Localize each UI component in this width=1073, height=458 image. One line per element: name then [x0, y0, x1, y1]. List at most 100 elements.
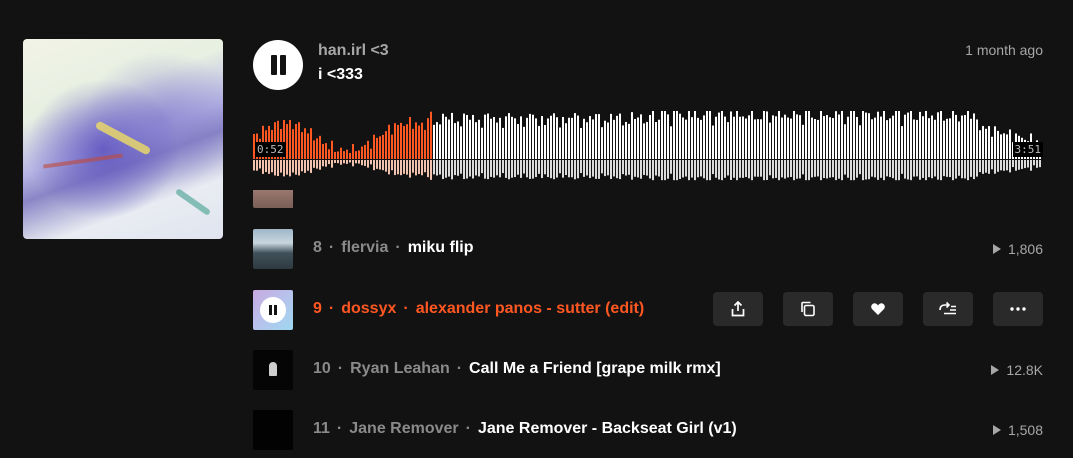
waveform-bar	[715, 116, 717, 159]
partial-track-thumbnail[interactable]	[253, 190, 293, 208]
waveform-bar	[697, 117, 699, 159]
pause-icon	[271, 55, 277, 75]
waveform-reflection-bar	[856, 160, 858, 178]
main-pause-button[interactable]	[253, 40, 303, 90]
waveform-bar	[436, 122, 438, 159]
share-button[interactable]	[713, 292, 763, 326]
track-title[interactable]: miku flip	[408, 239, 474, 256]
waveform-bar	[379, 136, 381, 159]
waveform-reflection-bar	[436, 160, 438, 176]
track-text: 10 · Ryan Leahan · Call Me a Friend [grape m…	[313, 360, 721, 378]
waveform-bar	[706, 111, 708, 159]
track-thumbnail[interactable]	[253, 410, 293, 450]
waveform-reflection-bar	[802, 160, 804, 175]
waveform-reflection-bar	[1039, 160, 1041, 168]
waveform-reflection-bar	[307, 160, 309, 171]
waveform-bar	[856, 116, 858, 159]
waveform-reflection-bar	[943, 160, 945, 177]
waveform-bar	[517, 124, 519, 159]
track-title[interactable]: i <333	[318, 66, 363, 84]
waveform-reflection-bar	[1033, 160, 1035, 166]
waveform-reflection-bar	[727, 160, 729, 176]
track-artist[interactable]: flervia	[341, 239, 388, 256]
waveform-reflection-bar	[670, 160, 672, 174]
waveform-reflection-bar	[715, 160, 717, 178]
waveform-bar	[352, 144, 354, 159]
waveform-reflection-bar	[682, 160, 684, 178]
waveform-reflection-bar	[430, 160, 432, 180]
waveform-reflection-bar	[598, 160, 600, 179]
waveform-bar	[847, 116, 849, 159]
waveform-bar	[778, 111, 780, 159]
waveform-reflection-bar	[961, 160, 963, 179]
track-row-8[interactable]: 8 · flervia · miku flip 1,806	[253, 229, 1043, 269]
play-count-value: 1,806	[1007, 241, 1043, 257]
waveform-reflection-bar	[979, 160, 981, 173]
waveform-bar	[559, 127, 561, 159]
waveform-bar	[568, 117, 570, 159]
pause-button[interactable]	[260, 297, 286, 323]
waveform-reflection-bar	[673, 160, 675, 181]
track-number: 11	[313, 420, 330, 437]
track-thumbnail[interactable]	[253, 350, 293, 390]
waveform-bar	[799, 115, 801, 159]
like-button[interactable]	[853, 292, 903, 326]
track-artist[interactable]: Jane Remover	[349, 420, 458, 437]
more-options-button[interactable]	[993, 292, 1043, 326]
waveform-reflection-bar	[532, 160, 534, 179]
waveform-bar	[430, 111, 432, 159]
waveform[interactable]	[253, 108, 1043, 182]
waveform-reflection-bar	[481, 160, 483, 174]
waveform-bar	[574, 113, 576, 159]
waveform-reflection-bar	[1012, 160, 1014, 168]
waveform-reflection-bar	[829, 160, 831, 178]
track-title[interactable]: Jane Remover - Backseat Girl (v1)	[478, 420, 737, 437]
copy-link-button[interactable]	[783, 292, 833, 326]
waveform-reflection-bar	[877, 160, 879, 180]
separator-dot: ·	[328, 239, 335, 256]
waveform-bar	[961, 115, 963, 159]
waveform-reflection-bar	[364, 160, 366, 166]
waveform-reflection-bar	[664, 160, 666, 181]
waveform-reflection-bar	[1015, 160, 1017, 171]
waveform-bar	[877, 111, 879, 159]
waveform-reflection-bar	[394, 160, 396, 176]
waveform-reflection-bar	[466, 160, 468, 179]
waveform-reflection-bar	[826, 160, 828, 179]
track-row-9[interactable]: 9 · dossyx · alexander panos - sutter (edit)	[253, 290, 1043, 330]
waveform-reflection-bar	[529, 160, 531, 179]
waveform-bar	[598, 114, 600, 159]
pause-icon	[269, 305, 272, 315]
waveform-reflection-bar	[949, 160, 951, 178]
waveform-bar	[535, 118, 537, 159]
track-artist[interactable]: dossyx	[341, 300, 396, 317]
track-artist[interactable]: Ryan Leahan	[350, 360, 450, 377]
track-thumbnail[interactable]	[253, 290, 293, 330]
track-row-10[interactable]: 10 · Ryan Leahan · Call Me a Friend [grape m…	[253, 350, 1043, 390]
track-thumbnail[interactable]	[253, 229, 293, 269]
waveform-bar	[562, 116, 564, 159]
waveform-bar	[340, 147, 342, 159]
track-title[interactable]: alexander panos - sutter (edit)	[416, 300, 645, 317]
waveform-reflection-bar	[556, 160, 558, 178]
uploader-name[interactable]: han.irl <3	[318, 42, 389, 60]
waveform-reflection-bar	[253, 160, 255, 171]
waveform-bar	[901, 126, 903, 159]
waveform-bar	[445, 116, 447, 159]
waveform-bar	[286, 124, 288, 159]
waveform-bar	[304, 128, 306, 159]
album-artwork[interactable]	[23, 39, 223, 239]
waveform-reflection-bar	[313, 160, 315, 168]
track-row-11[interactable]: 11 · Jane Remover · Jane Remover - Backseat …	[253, 410, 1043, 450]
waveform-bar	[376, 137, 378, 159]
waveform-reflection-bar	[631, 160, 633, 180]
waveform-bar	[748, 115, 750, 159]
waveform-reflection-bar	[613, 160, 615, 177]
track-title[interactable]: Call Me a Friend [grape milk rmx]	[469, 360, 721, 377]
waveform-bar	[832, 118, 834, 159]
waveform-bar	[655, 122, 657, 159]
waveform-bar	[610, 113, 612, 159]
waveform-reflection-bar	[958, 160, 960, 176]
waveform-bar	[415, 122, 417, 159]
add-to-next-up-button[interactable]	[923, 292, 973, 326]
